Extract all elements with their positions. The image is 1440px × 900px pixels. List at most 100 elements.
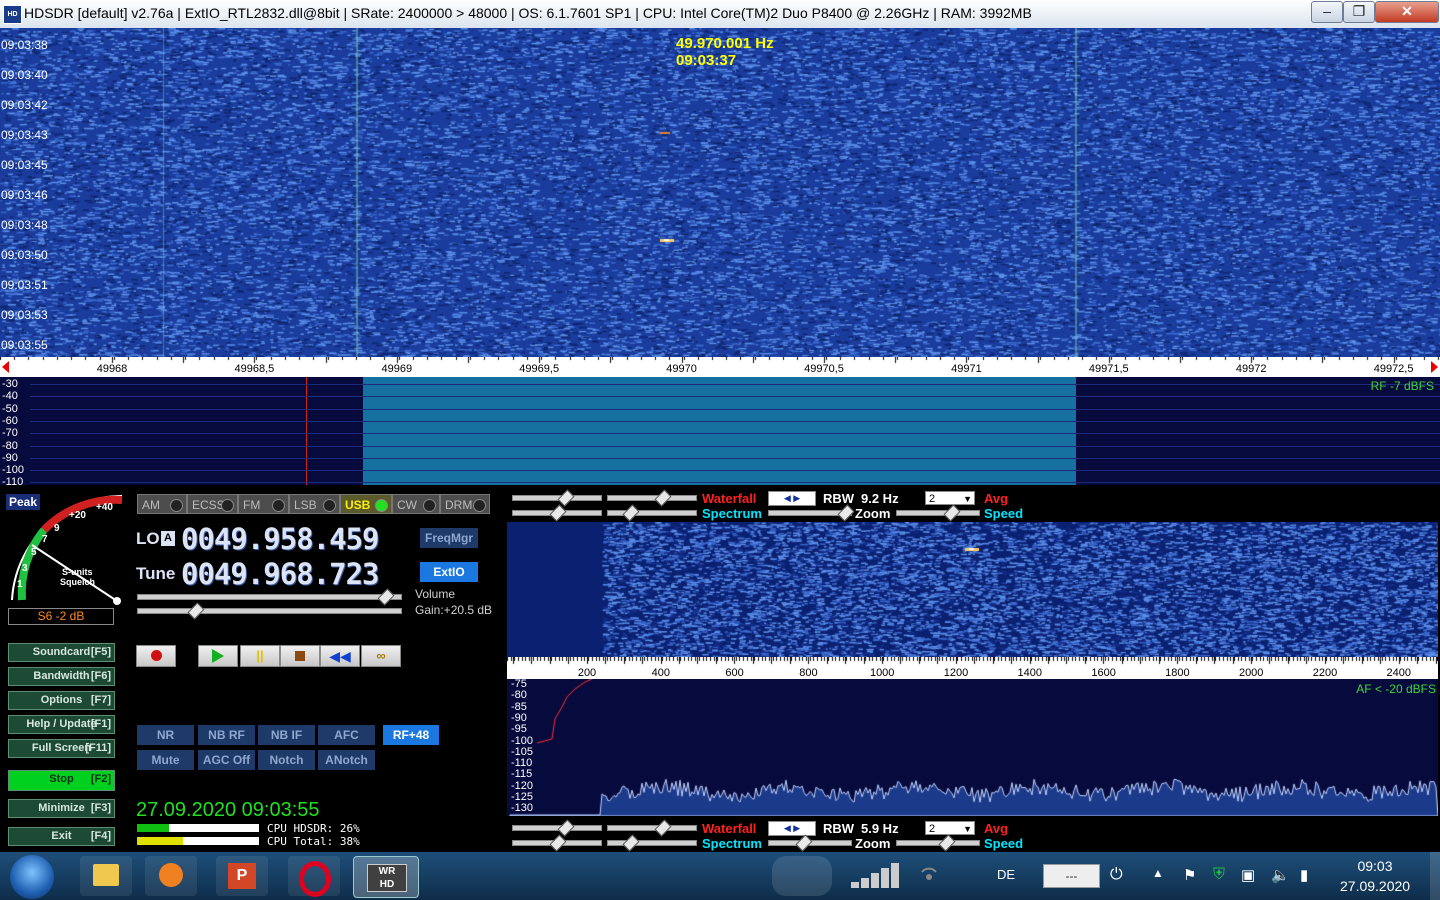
af-waterfall[interactable] (507, 522, 1438, 657)
scale-label: 1 (17, 579, 23, 590)
scroll-left-arrow-icon[interactable] (2, 361, 9, 373)
rf-spectrum[interactable]: -30 -40 -50 -60 -70 -80 -90 -100 -110 RF -7 dBFS (0, 377, 1440, 485)
speed-slider[interactable] (896, 504, 980, 522)
dsp-button-notch[interactable]: Notch (258, 750, 315, 770)
avg-select[interactable]: 2 ▼ (925, 491, 975, 505)
power-plug-icon[interactable]: ⏻ (1110, 866, 1132, 886)
af-tick-label: 1200 (943, 667, 969, 679)
speed-slider[interactable] (896, 834, 980, 852)
mode-button-lsb[interactable]: LSB (289, 494, 340, 514)
mode-button-ecss[interactable]: ECSS (187, 494, 238, 514)
dsp-button-nr[interactable]: NR (137, 725, 194, 745)
close-button[interactable]: ✕ (1375, 1, 1439, 23)
dsp-button-nb-rf[interactable]: NB RF (198, 725, 255, 745)
stop-playback-button[interactable] (280, 645, 320, 667)
mode-button-am[interactable]: AM (137, 494, 187, 514)
show-hidden-icons-icon[interactable]: ▲ (1152, 866, 1164, 880)
frequency-scale[interactable]: 49968 49968,5 49969 49969,5 49970 49970,5 4997… (0, 357, 1440, 377)
taskbar-clock[interactable]: 09:03 27.09.2020 (1340, 858, 1410, 894)
side-button-exit[interactable]: Exit [F4] (8, 827, 115, 846)
dsp-button-nb-if[interactable]: NB IF (258, 725, 315, 745)
gain-slider[interactable] (137, 602, 402, 620)
dsp-button-afc[interactable]: AFC (318, 725, 375, 745)
explorer-taskbar-icon[interactable] (80, 856, 132, 896)
side-button-bandwidth[interactable]: Bandwidth [F6] (8, 667, 115, 686)
display-slider[interactable] (607, 504, 697, 522)
display-slider[interactable] (512, 834, 602, 852)
network-icon[interactable]: ▣ (1241, 866, 1255, 884)
lo-vfo-a[interactable]: A (161, 531, 175, 546)
language-indicator[interactable]: DE (997, 867, 1015, 882)
tune-frequency[interactable]: 0049.968.723 (181, 557, 380, 591)
display-slider[interactable] (512, 504, 602, 522)
rf-waterfall-canvas[interactable] (0, 28, 1440, 357)
network-tray-app[interactable] (772, 856, 832, 896)
rbw-arrows[interactable]: ◀ ▶ (768, 821, 816, 836)
maximize-button[interactable]: ❐ (1343, 1, 1375, 23)
opera-taskbar-icon[interactable] (288, 856, 340, 897)
side-button-minimize[interactable]: Minimize [F3] (8, 799, 115, 818)
signal-bars-icon[interactable] (845, 860, 905, 890)
meter-mode-peak[interactable]: Peak (6, 494, 41, 510)
powerpoint-taskbar-icon[interactable]: P (216, 856, 268, 896)
rbw-label: RBW (823, 821, 855, 836)
dsp-button-rf-48[interactable]: RF+48 (383, 725, 439, 745)
mode-button-cw[interactable]: CW (392, 494, 440, 514)
freqmgr-button[interactable]: FreqMgr (420, 528, 478, 548)
zoom-slider[interactable] (768, 504, 855, 522)
button-shortcut: [F7] (90, 694, 111, 706)
scroll-right-arrow-icon[interactable] (1431, 361, 1438, 373)
side-button-full-screen[interactable]: Full Screen [F11] (8, 739, 115, 758)
lo-frequency[interactable]: 0049.958.459 (181, 522, 380, 556)
rewind-button[interactable]: ◀◀ (320, 645, 360, 667)
af-spectrum[interactable]: -75 -80 -85 -90 -95 -100 -105 -110 -115 -120 -125-… (507, 679, 1438, 816)
spectrum-gridline (30, 396, 1440, 398)
media-player-taskbar-icon[interactable] (145, 856, 197, 896)
volume-slider[interactable] (137, 588, 402, 606)
side-button-help-update[interactable]: Help / Update [F1] (8, 715, 115, 734)
volume-icon[interactable]: 🔈 (1271, 866, 1290, 884)
battery-icon[interactable]: ▮ (1300, 866, 1308, 884)
dsp-button-agc-off[interactable]: AGC Off (198, 750, 255, 770)
display-slider[interactable] (607, 834, 697, 852)
s-meter[interactable]: Peak +40 +20 9 7 5 3 1 S-units Squelch S… (4, 490, 129, 625)
minimize-button[interactable]: ‒ (1311, 1, 1343, 23)
avg-select[interactable]: 2 ▼ (925, 821, 975, 835)
dsp-button-mute[interactable]: Mute (137, 750, 194, 770)
side-button-stop[interactable]: Stop [F2] (8, 770, 115, 791)
loop-button[interactable]: ∞ (361, 645, 401, 667)
display-slider[interactable] (512, 819, 602, 837)
af-frequency-scale[interactable]: 200 400 600 800 1000 1200 1400 1600 1800 2000 2200… (507, 657, 1438, 679)
extio-button[interactable]: ExtIO (420, 562, 478, 582)
hdsdr-taskbar-icon[interactable]: WR HD (353, 856, 419, 898)
rf-waterfall[interactable]: 09:03:38 09:03:40 09:03:42 09:03:43 09:03:45… (0, 28, 1440, 357)
display-slider[interactable] (607, 819, 697, 837)
side-button-soundcard[interactable]: Soundcard [F5] (8, 643, 115, 662)
play-button[interactable] (198, 645, 238, 667)
af-tick-label: 1800 (1165, 667, 1190, 679)
rbw-arrows[interactable]: ◀ ▶ (768, 491, 816, 506)
wireless-icon[interactable] (918, 866, 940, 888)
button-shortcut: [F11] (85, 742, 111, 754)
pause-button[interactable]: || (240, 645, 280, 667)
af-waterfall-canvas[interactable] (507, 522, 1438, 657)
tray-input-box[interactable]: --- (1043, 864, 1100, 888)
display-slider[interactable] (607, 489, 697, 507)
hdsdr-app-icon[interactable]: HD (3, 5, 22, 24)
record-button[interactable] (136, 645, 176, 667)
mode-button-fm[interactable]: FM (238, 494, 289, 514)
action-center-flag-icon[interactable]: ⚑ (1183, 866, 1196, 884)
zoom-label: Zoom (855, 836, 891, 851)
chevron-down-icon: ▼ (963, 494, 972, 504)
security-shield-icon[interactable]: ⛨ (1213, 866, 1225, 884)
zoom-slider[interactable] (768, 834, 852, 852)
dsp-button-anotch[interactable]: ANotch (318, 750, 375, 770)
start-orb[interactable] (10, 855, 54, 899)
show-desktop-button[interactable] (1430, 852, 1440, 900)
display-slider[interactable] (512, 489, 602, 507)
mode-button-usb[interactable]: USB (340, 494, 392, 514)
mode-button-drm[interactable]: DRM (440, 494, 490, 514)
filter-passband[interactable] (363, 377, 1076, 485)
lo-marker[interactable] (306, 377, 307, 485)
side-button-options[interactable]: Options [F7] (8, 691, 115, 710)
